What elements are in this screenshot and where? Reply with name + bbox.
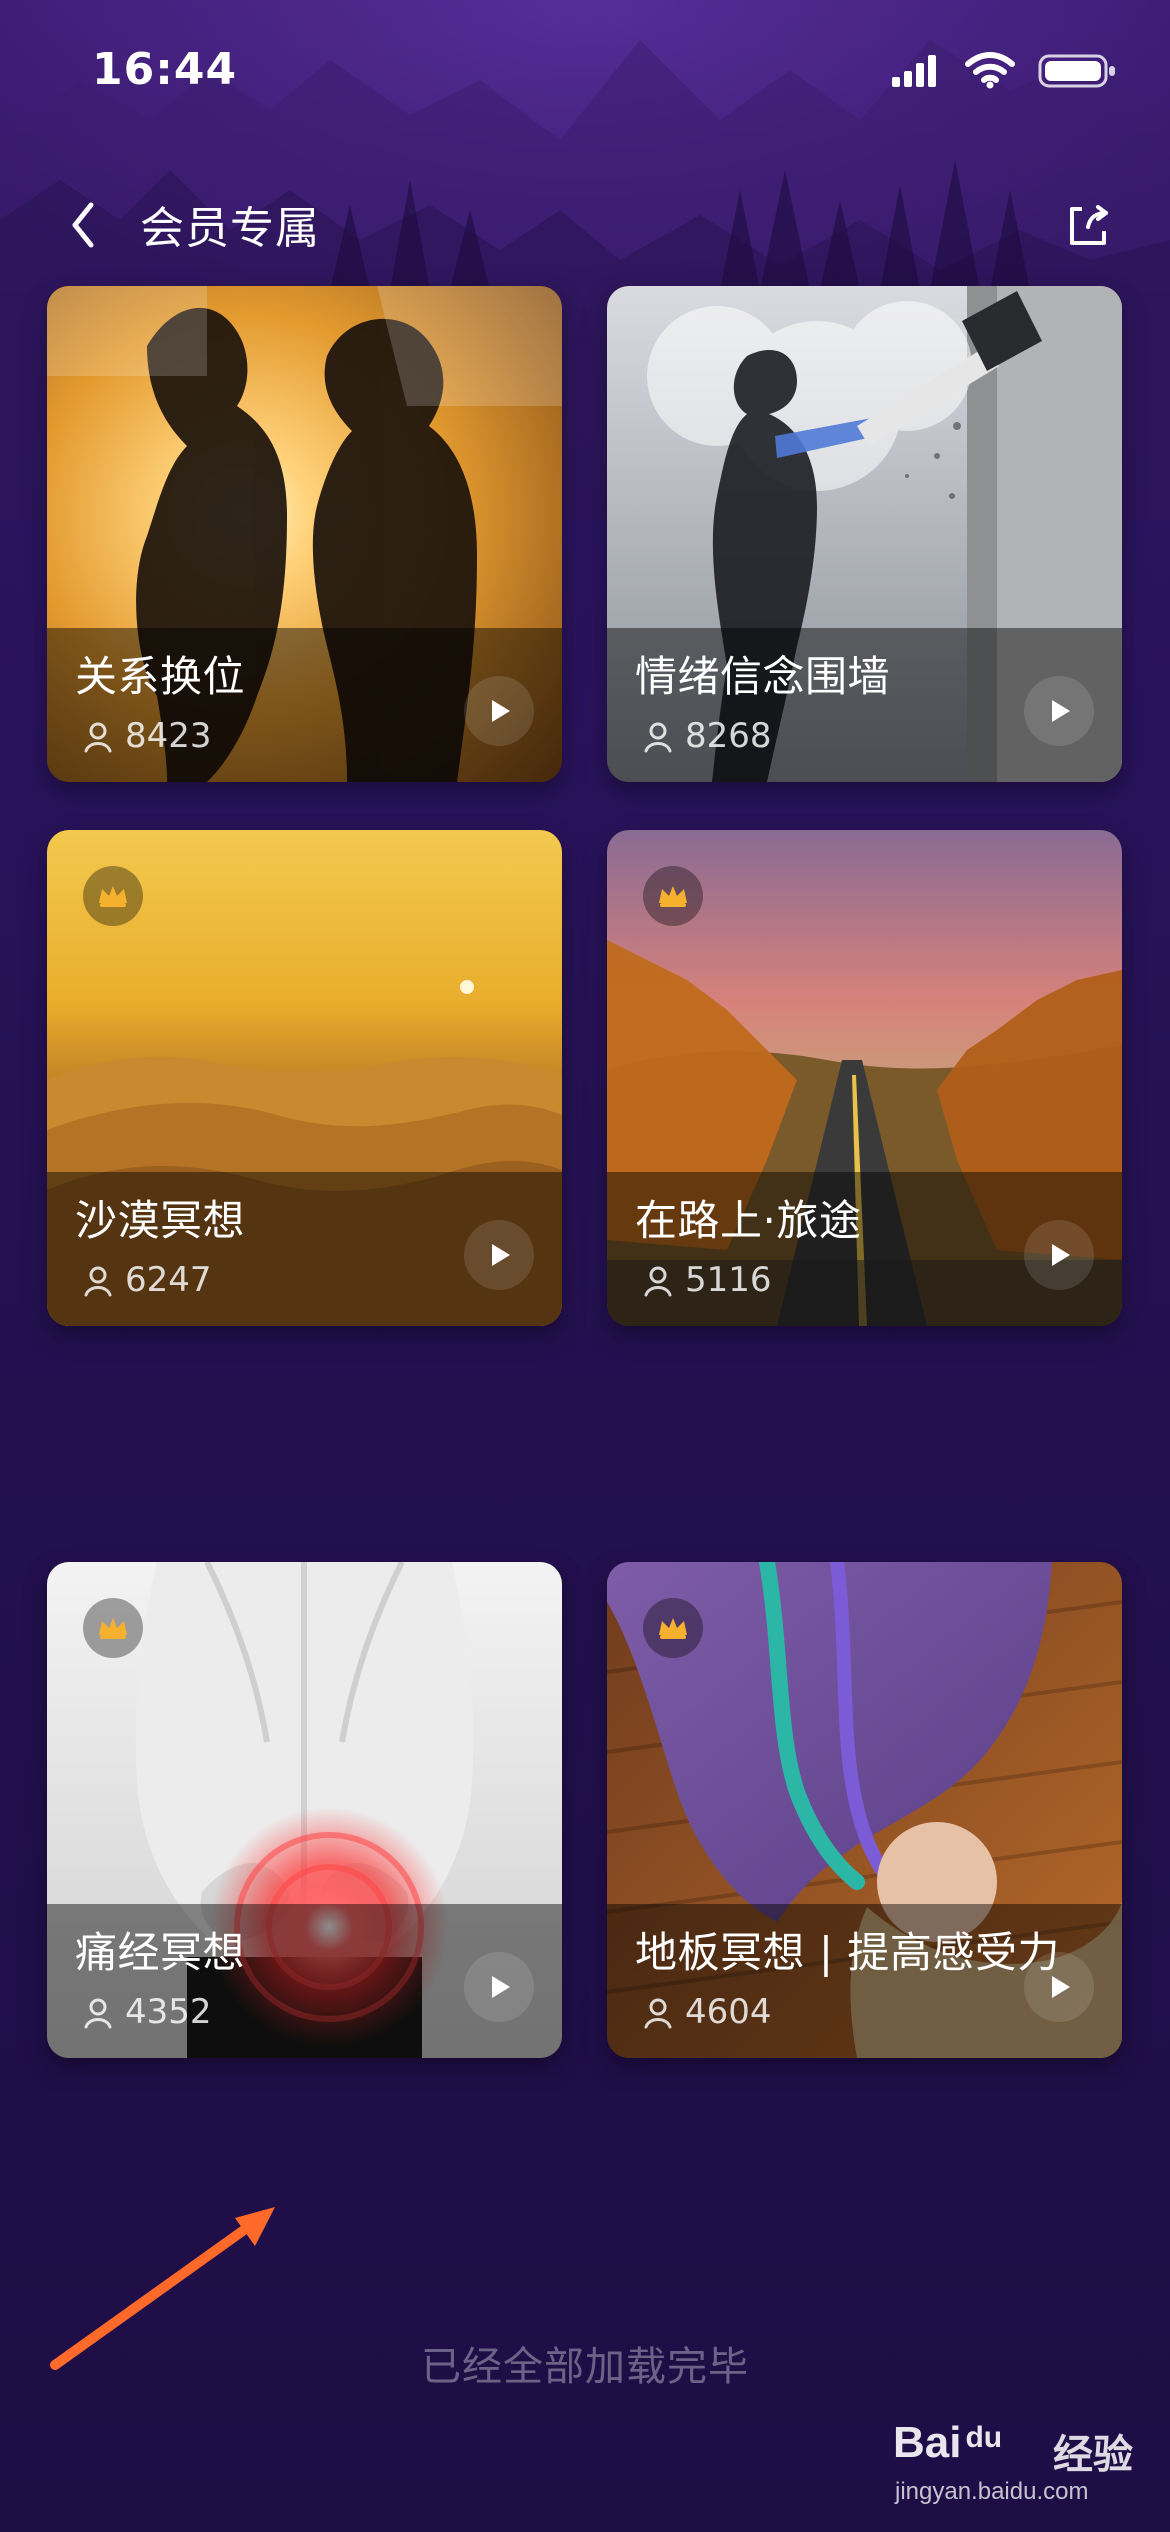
card-relationship-switch[interactable]: 关系换位 8423 bbox=[47, 286, 562, 782]
member-exclusive-grid: 关系换位 8423 情绪信念围墙 8268 沙漠冥想 6247 在路上·旅途 5… bbox=[0, 0, 1170, 2532]
crown-icon bbox=[99, 886, 127, 907]
watermark-brand-part1: Bai bbox=[893, 2418, 962, 2467]
card-plays: 4604 bbox=[641, 1992, 772, 2032]
play-count: 8268 bbox=[685, 716, 772, 756]
card-on-the-road-journey[interactable]: 在路上·旅途 5116 bbox=[607, 830, 1122, 1326]
play-count: 6247 bbox=[125, 1260, 212, 1300]
crown-icon bbox=[99, 1618, 127, 1639]
play-count: 4604 bbox=[685, 1992, 772, 2032]
watermark-brand: Bai du bbox=[893, 2418, 1002, 2468]
baidu-jingyan-watermark: Bai du 经验 jingyan.baidu.com bbox=[885, 2408, 1155, 2518]
play-button[interactable] bbox=[464, 676, 534, 746]
card-emotion-belief-wall[interactable]: 情绪信念围墙 8268 bbox=[607, 286, 1122, 782]
user-icon bbox=[84, 722, 112, 753]
card-plays: 8268 bbox=[641, 716, 772, 756]
card-floor-meditation[interactable]: 地板冥想 | 提高感受力 4604 bbox=[607, 1562, 1122, 2058]
play-button[interactable] bbox=[464, 1952, 534, 2022]
vip-badge bbox=[83, 866, 143, 926]
play-icon bbox=[492, 700, 510, 722]
crown-icon bbox=[659, 886, 687, 907]
card-plays: 8423 bbox=[81, 716, 212, 756]
card-title: 情绪信念围墙 bbox=[635, 652, 891, 701]
user-icon bbox=[84, 1266, 112, 1297]
play-count: 5116 bbox=[685, 1260, 772, 1300]
card-title: 沙漠冥想 bbox=[75, 1196, 246, 1245]
play-button[interactable] bbox=[464, 1220, 534, 1290]
play-icon bbox=[492, 1244, 510, 1266]
play-icon bbox=[492, 1976, 510, 1998]
vip-badge bbox=[83, 1598, 143, 1658]
user-icon bbox=[644, 1998, 672, 2029]
watermark-url: jingyan.baidu.com bbox=[895, 2478, 1089, 2505]
play-button[interactable] bbox=[1024, 1952, 1094, 2022]
card-plays: 6247 bbox=[81, 1260, 212, 1300]
user-icon bbox=[644, 1266, 672, 1297]
play-icon bbox=[1052, 700, 1070, 722]
card-desert-meditation[interactable]: 沙漠冥想 6247 bbox=[47, 830, 562, 1326]
watermark-cn: 经验 bbox=[1053, 2432, 1133, 2478]
load-complete-text: 已经全部加载完毕 bbox=[421, 2344, 749, 2390]
card-menstrual-pain-meditation[interactable]: 痛经冥想 4352 bbox=[47, 1562, 562, 2058]
play-count: 4352 bbox=[125, 1992, 212, 2032]
card-plays: 5116 bbox=[641, 1260, 772, 1300]
play-icon bbox=[1052, 1244, 1070, 1266]
play-count: 8423 bbox=[125, 716, 212, 756]
card-title: 地板冥想 | 提高感受力 bbox=[635, 1928, 1060, 1977]
card-title: 在路上·旅途 bbox=[635, 1196, 862, 1245]
vip-badge bbox=[643, 1598, 703, 1658]
play-button[interactable] bbox=[1024, 1220, 1094, 1290]
card-plays: 4352 bbox=[81, 1992, 212, 2032]
user-icon bbox=[644, 722, 672, 753]
user-icon bbox=[84, 1998, 112, 2029]
card-title: 痛经冥想 bbox=[75, 1928, 246, 1977]
card-title: 关系换位 bbox=[75, 652, 246, 701]
play-button[interactable] bbox=[1024, 676, 1094, 746]
crown-icon bbox=[659, 1618, 687, 1639]
play-icon bbox=[1052, 1976, 1070, 1998]
vip-badge bbox=[643, 866, 703, 926]
watermark-brand-part2: du bbox=[965, 2421, 1003, 2454]
